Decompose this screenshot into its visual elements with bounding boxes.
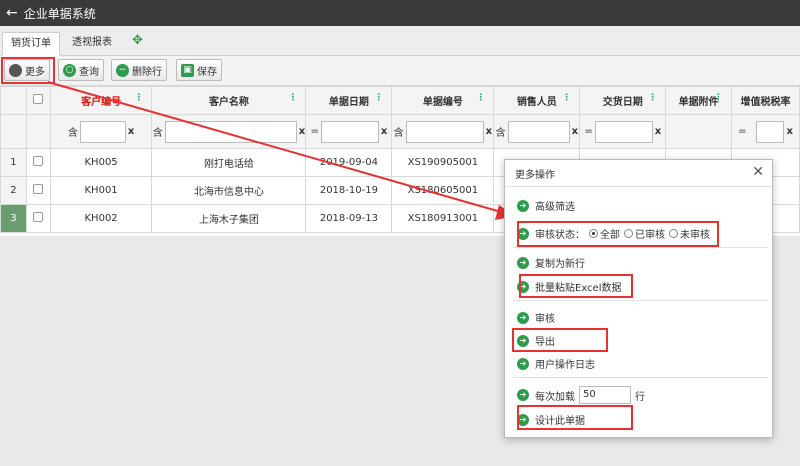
load-count-input[interactable]: 50 bbox=[579, 386, 631, 404]
load-unit: 行 bbox=[635, 391, 645, 403]
advanced-filter-item[interactable]: ➜ 高级筛选 bbox=[517, 198, 575, 213]
close-icon[interactable]: ✕ bbox=[752, 164, 764, 180]
arrow-right-icon: ➜ bbox=[517, 199, 529, 212]
arrow-right-icon: ➜ bbox=[517, 256, 529, 269]
arrow-right-icon: ➜ bbox=[517, 311, 529, 324]
dialog-header: 更多操作 ✕ bbox=[505, 160, 772, 187]
radio-audited[interactable]: 已审核 bbox=[624, 226, 665, 241]
audit-status-item: ➜ 审核状态： 全部 已审核 未审核 bbox=[517, 226, 710, 241]
radio-dot[interactable] bbox=[624, 229, 633, 238]
divider bbox=[513, 300, 768, 301]
divider bbox=[513, 247, 768, 248]
radio-dot[interactable] bbox=[589, 229, 598, 238]
radio-unaudited[interactable]: 未审核 bbox=[669, 226, 710, 241]
arrow-right-icon: ➜ bbox=[517, 413, 529, 426]
load-count-item: ➜ 每次加载 50 行 bbox=[517, 386, 645, 404]
radio-all[interactable]: 全部 bbox=[589, 226, 620, 241]
audit-status-label: 审核状态： bbox=[535, 230, 585, 241]
copy-new-row-item[interactable]: ➜ 复制为新行 bbox=[517, 255, 585, 270]
more-operations-dialog: 更多操作 ✕ ➜ 高级筛选 ➜ 审核状态： 全部 已审核 未审核 ➜ 复制为新行… bbox=[504, 159, 773, 438]
export-item[interactable]: ➜ 导出 bbox=[517, 333, 555, 348]
user-log-item[interactable]: ➜ 用户操作日志 bbox=[517, 356, 595, 371]
arrow-right-icon: ➜ bbox=[517, 280, 529, 293]
arrow-right-icon: ➜ bbox=[517, 389, 529, 401]
divider bbox=[513, 377, 768, 378]
design-document-item[interactable]: ➜ 设计此单据 bbox=[517, 412, 585, 427]
batch-paste-item[interactable]: ➜ 批量粘贴Excel数据 bbox=[517, 279, 622, 294]
arrow-right-icon: ➜ bbox=[517, 334, 529, 347]
audit-item[interactable]: ➜ 审核 bbox=[517, 310, 555, 325]
radio-dot[interactable] bbox=[669, 229, 678, 238]
dialog-title: 更多操作 bbox=[515, 169, 555, 181]
arrow-right-icon: ➜ bbox=[517, 227, 529, 240]
load-label: 每次加载 bbox=[535, 391, 575, 403]
arrow-right-icon: ➜ bbox=[517, 357, 529, 370]
